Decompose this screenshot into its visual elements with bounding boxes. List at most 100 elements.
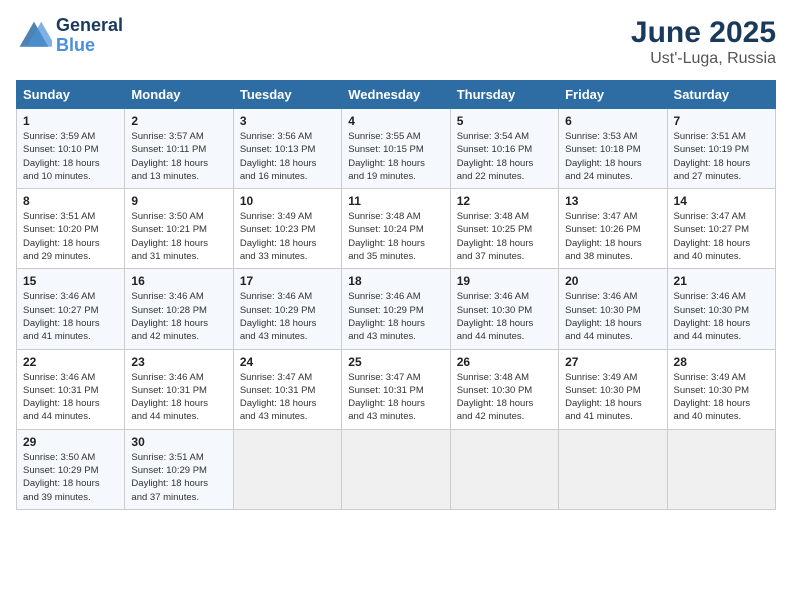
calendar-cell: 3 Sunrise: 3:56 AM Sunset: 10:13 PM Dayli… [233,109,341,189]
day-number: 1 [23,114,118,128]
calendar-cell: 23 Sunrise: 3:46 AM Sunset: 10:31 PM Dayl… [125,349,233,429]
day-info: Sunrise: 3:50 AM Sunset: 10:21 PM Daylig… [131,210,226,263]
calendar-cell: 25 Sunrise: 3:47 AM Sunset: 10:31 PM Dayl… [342,349,450,429]
calendar-cell [559,429,667,509]
day-number: 21 [674,274,769,288]
calendar-cell: 20 Sunrise: 3:46 AM Sunset: 10:30 PM Dayl… [559,269,667,349]
day-number: 22 [23,355,118,369]
weekday-header: Saturday [667,81,775,109]
calendar-cell [450,429,558,509]
calendar-cell: 13Sunrise: 3:47 AM Sunset: 10:26 PM Dayl… [559,189,667,269]
logo-icon [16,18,52,54]
day-info: Sunrise: 3:48 AM Sunset: 10:30 PM Daylig… [457,371,552,424]
day-number: 9 [131,194,226,208]
day-info: Sunrise: 3:51 AM Sunset: 10:19 PM Daylig… [674,130,769,183]
day-info: Sunrise: 3:47 AM Sunset: 10:26 PM Daylig… [565,210,660,263]
day-number: 4 [348,114,443,128]
calendar-cell: 12 Sunrise: 3:48 AM Sunset: 10:25 PM Dayl… [450,189,558,269]
day-info: Sunrise: 3:51 AM Sunset: 10:29 PM Daylig… [131,451,226,504]
calendar-cell [342,429,450,509]
calendar-cell: 30 Sunrise: 3:51 AM Sunset: 10:29 PM Dayl… [125,429,233,509]
day-info: Sunrise: 3:46 AM Sunset: 10:30 PM Daylig… [674,290,769,343]
day-info: Sunrise: 3:47 AM Sunset: 10:31 PM Daylig… [348,371,443,424]
day-info: Sunrise: 3:49 AM Sunset: 10:30 PM Daylig… [674,371,769,424]
day-info: Sunrise: 3:49 AM Sunset: 10:23 PM Daylig… [240,210,335,263]
day-number: 24 [240,355,335,369]
day-info: Sunrise: 3:57 AM Sunset: 10:11 PM Daylig… [131,130,226,183]
day-number: 25 [348,355,443,369]
day-info: Sunrise: 3:54 AM Sunset: 10:16 PM Daylig… [457,130,552,183]
day-info: Sunrise: 3:48 AM Sunset: 10:24 PM Daylig… [348,210,443,263]
calendar-cell: 11 Sunrise: 3:48 AM Sunset: 10:24 PM Dayl… [342,189,450,269]
day-info: Sunrise: 3:51 AM Sunset: 10:20 PM Daylig… [23,210,118,263]
day-number: 16 [131,274,226,288]
day-info: Sunrise: 3:56 AM Sunset: 10:13 PM Daylig… [240,130,335,183]
day-info: Sunrise: 3:46 AM Sunset: 10:27 PM Daylig… [23,290,118,343]
day-number: 12 [457,194,552,208]
day-info: Sunrise: 3:50 AM Sunset: 10:29 PM Daylig… [23,451,118,504]
calendar-cell: 1 Sunrise: 3:59 AM Sunset: 10:10 PM Dayli… [17,109,125,189]
calendar-cell: 22Sunrise: 3:46 AM Sunset: 10:31 PM Dayl… [17,349,125,429]
day-info: Sunrise: 3:49 AM Sunset: 10:30 PM Daylig… [565,371,660,424]
day-info: Sunrise: 3:48 AM Sunset: 10:25 PM Daylig… [457,210,552,263]
day-number: 15 [23,274,118,288]
calendar-cell [667,429,775,509]
day-number: 11 [348,194,443,208]
weekday-header: Monday [125,81,233,109]
day-info: Sunrise: 3:59 AM Sunset: 10:10 PM Daylig… [23,130,118,183]
calendar-cell: 17 Sunrise: 3:46 AM Sunset: 10:29 PM Dayl… [233,269,341,349]
day-number: 17 [240,274,335,288]
day-number: 27 [565,355,660,369]
day-info: Sunrise: 3:46 AM Sunset: 10:31 PM Daylig… [131,371,226,424]
day-number: 19 [457,274,552,288]
day-number: 5 [457,114,552,128]
calendar-cell: 24 Sunrise: 3:47 AM Sunset: 10:31 PM Dayl… [233,349,341,429]
calendar-cell: 27 Sunrise: 3:49 AM Sunset: 10:30 PM Dayl… [559,349,667,429]
day-number: 28 [674,355,769,369]
day-number: 14 [674,194,769,208]
calendar-cell: 14 Sunrise: 3:47 AM Sunset: 10:27 PM Dayl… [667,189,775,269]
day-number: 23 [131,355,226,369]
calendar-cell: 10 Sunrise: 3:49 AM Sunset: 10:23 PM Dayl… [233,189,341,269]
day-number: 26 [457,355,552,369]
calendar-cell: 16Sunrise: 3:46 AM Sunset: 10:28 PM Dayl… [125,269,233,349]
day-number: 18 [348,274,443,288]
calendar-cell: 28 Sunrise: 3:49 AM Sunset: 10:30 PM Dayl… [667,349,775,429]
day-info: Sunrise: 3:55 AM Sunset: 10:15 PM Daylig… [348,130,443,183]
day-number: 6 [565,114,660,128]
title-block: June 2025 Ust'-Luga, Russia [631,16,776,68]
calendar-cell: 19Sunrise: 3:46 AM Sunset: 10:30 PM Dayl… [450,269,558,349]
weekday-header: Wednesday [342,81,450,109]
month-title: June 2025 [631,16,776,50]
day-info: Sunrise: 3:46 AM Sunset: 10:29 PM Daylig… [240,290,335,343]
weekday-header: Sunday [17,81,125,109]
calendar-cell: 18 Sunrise: 3:46 AM Sunset: 10:29 PM Dayl… [342,269,450,349]
day-info: Sunrise: 3:46 AM Sunset: 10:29 PM Daylig… [348,290,443,343]
calendar-cell: 9 Sunrise: 3:50 AM Sunset: 10:21 PM Dayli… [125,189,233,269]
day-info: Sunrise: 3:47 AM Sunset: 10:31 PM Daylig… [240,371,335,424]
day-number: 20 [565,274,660,288]
day-number: 30 [131,435,226,449]
day-number: 29 [23,435,118,449]
day-info: Sunrise: 3:46 AM Sunset: 10:30 PM Daylig… [565,290,660,343]
calendar-cell: 26 Sunrise: 3:48 AM Sunset: 10:30 PM Dayl… [450,349,558,429]
calendar-cell: 2 Sunrise: 3:57 AM Sunset: 10:11 PM Dayli… [125,109,233,189]
calendar-cell: 15 Sunrise: 3:46 AM Sunset: 10:27 PM Dayl… [17,269,125,349]
day-number: 7 [674,114,769,128]
day-number: 3 [240,114,335,128]
calendar-cell: 6Sunrise: 3:53 AM Sunset: 10:18 PM Dayli… [559,109,667,189]
calendar-cell: 8 Sunrise: 3:51 AM Sunset: 10:20 PM Dayli… [17,189,125,269]
day-number: 2 [131,114,226,128]
logo: General Blue [16,16,123,56]
day-number: 8 [23,194,118,208]
calendar-cell: 4 Sunrise: 3:55 AM Sunset: 10:15 PM Dayli… [342,109,450,189]
weekday-header: Friday [559,81,667,109]
calendar-cell: 5 Sunrise: 3:54 AM Sunset: 10:16 PM Dayli… [450,109,558,189]
logo-text: General Blue [56,16,123,56]
day-info: Sunrise: 3:47 AM Sunset: 10:27 PM Daylig… [674,210,769,263]
calendar-cell [233,429,341,509]
day-number: 10 [240,194,335,208]
weekday-header: Tuesday [233,81,341,109]
location-title: Ust'-Luga, Russia [631,50,776,68]
calendar-cell: 7 Sunrise: 3:51 AM Sunset: 10:19 PM Dayli… [667,109,775,189]
